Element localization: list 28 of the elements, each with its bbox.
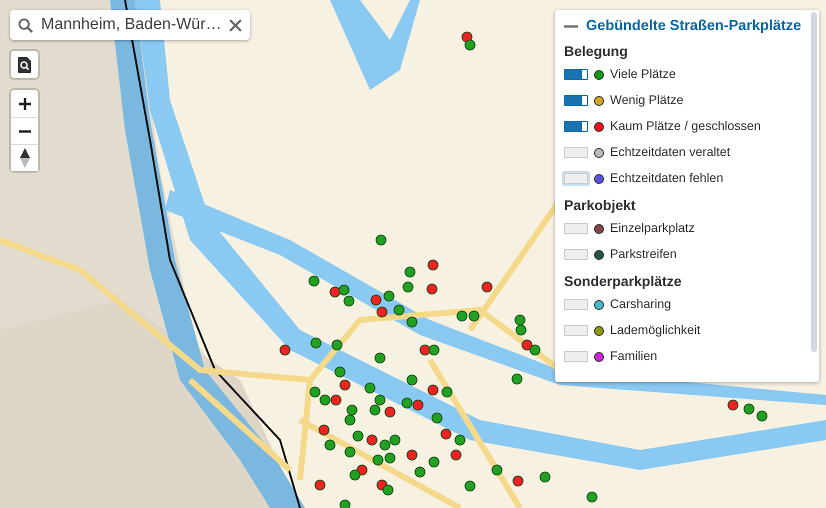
toggle-switch[interactable] <box>564 95 588 106</box>
minus-icon <box>18 130 30 132</box>
collapse-icon[interactable] <box>564 25 578 28</box>
legend-label: Kaum Plätze / geschlossen <box>610 118 761 136</box>
scrollbar[interactable] <box>811 12 817 352</box>
search-icon <box>18 18 33 32</box>
plus-icon <box>18 98 30 110</box>
zoom-to-area-button[interactable] <box>11 51 38 78</box>
toggle-switch[interactable] <box>564 69 588 80</box>
legend-title[interactable]: Gebündelte Straßen-Parkplätze <box>586 16 802 38</box>
legend-label: Lademöglichkeit <box>610 322 700 340</box>
compass-icon <box>20 148 30 168</box>
legend-label: Echtzeitdaten fehlen <box>610 170 724 188</box>
section-heading: Parkobjekt <box>564 196 637 214</box>
compass-button[interactable] <box>11 144 38 171</box>
legend-label: Carsharing <box>610 296 672 314</box>
legend-label: Viele Plätze <box>610 66 676 84</box>
toggle-switch[interactable] <box>564 121 588 132</box>
legend-label: Echtzeitdaten veraltet <box>610 144 730 162</box>
document-search-icon <box>18 56 31 72</box>
section-heading: Sonderparkplätze <box>564 272 682 290</box>
legend-label: Einzelparkplatz <box>610 220 695 238</box>
search-field[interactable]: Mannheim, Baden-Wür… <box>10 10 250 40</box>
section-heading: Belegung <box>564 42 629 60</box>
close-icon[interactable] <box>229 18 242 32</box>
legend-label: Parkstreifen <box>610 246 677 264</box>
legend-label: Wenig Plätze <box>610 92 684 110</box>
legend-label: Familien <box>610 348 658 366</box>
